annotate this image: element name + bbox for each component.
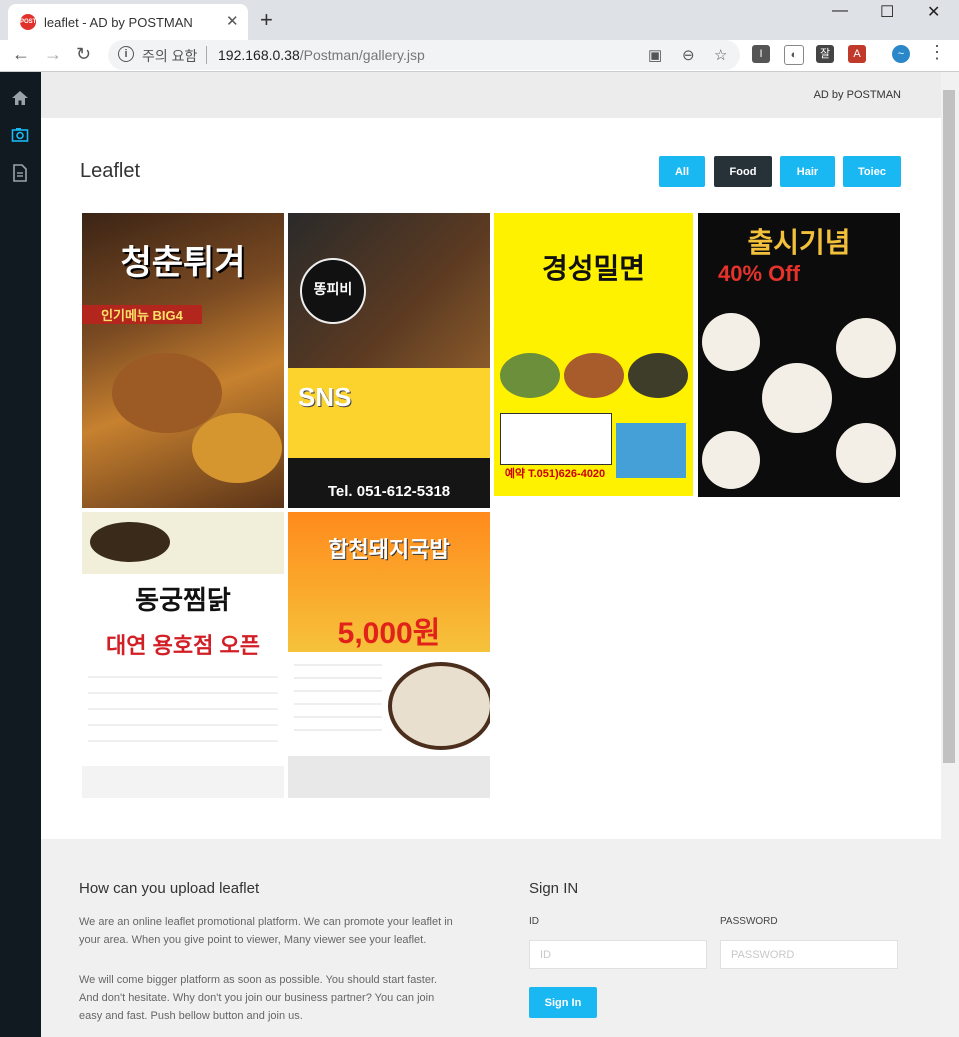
document-icon[interactable] — [11, 164, 29, 182]
filter-hair-button[interactable]: Hair — [780, 156, 835, 187]
leaflet-subtitle: 5,000원 — [337, 617, 441, 650]
leaflet-subtitle: 예약 T.051)626-4020 — [504, 468, 606, 480]
food-photo — [500, 353, 560, 398]
extension-i-icon[interactable]: I — [752, 45, 770, 63]
security-warning: 주의 요함 — [142, 48, 198, 64]
food-photo — [112, 353, 222, 433]
filter-food-button[interactable]: Food — [714, 156, 772, 187]
page-content: AD by POSTMAN Leaflet All Food Hair Toie… — [41, 72, 941, 1037]
signin-button[interactable]: Sign In — [529, 987, 597, 1018]
translate-icon[interactable]: ▣ — [648, 46, 662, 64]
url-host: 192.168.0.38 — [218, 47, 300, 63]
leaflet-title: 출시기념 — [747, 227, 851, 258]
scrollbar-thumb[interactable] — [943, 90, 955, 763]
food-plate — [702, 313, 760, 371]
divider — [206, 46, 207, 64]
menu-list — [88, 666, 278, 756]
home-icon[interactable] — [11, 89, 29, 107]
browser-toolbar: ← → ↻ i 주의 요함 192.168.0.38/Postman/galle… — [0, 40, 959, 72]
upload-paragraph: We are an online leaflet promotional pla… — [79, 916, 453, 946]
food-plate — [702, 431, 760, 489]
id-input[interactable] — [529, 940, 707, 969]
leaflet-card[interactable]: 동궁찜닭 대연 용호점 오픈 — [82, 512, 284, 798]
favicon-icon: POST — [20, 14, 36, 30]
leaflet-card[interactable]: 경성밀면 예약 T.051)626-4020 — [494, 213, 693, 496]
food-photo — [192, 413, 282, 483]
leaflet-card[interactable]: 똥피비 SNS Tel. 051-612-5318 — [288, 213, 490, 508]
forward-icon[interactable]: → — [44, 44, 62, 65]
mouse-extension-icon[interactable]: ◐ — [784, 45, 804, 65]
leaflet-title: 합천돼지국밥 — [328, 537, 450, 562]
minimize-icon[interactable]: — — [832, 2, 848, 20]
password-label: PASSWORD — [720, 916, 778, 927]
map-band — [288, 756, 490, 798]
close-window-icon[interactable]: ✕ — [927, 2, 940, 22]
leaflet-title: 경성밀면 — [541, 253, 646, 284]
leaflet-title: 동궁찜닭 — [135, 585, 231, 615]
food-photo — [628, 353, 688, 398]
page-footer: How can you upload leaflet We are an onl… — [41, 839, 941, 1037]
bookmark-star-icon[interactable]: ☆ — [714, 46, 727, 64]
side-nav — [0, 72, 41, 1037]
info-icon[interactable]: i — [118, 46, 134, 62]
leaflet-subtitle: 40% Off — [718, 261, 800, 286]
brand-text: AD by POSTMAN — [813, 89, 901, 101]
leaflet-subtitle: 대연 용호점 오픈 — [106, 633, 260, 658]
pdf-extension-icon[interactable]: A — [848, 45, 866, 63]
menu-box — [500, 413, 612, 465]
id-label: ID — [529, 916, 539, 927]
food-bowl — [388, 662, 490, 750]
leaflet-card[interactable]: 합천돼지국밥 5,000원 — [288, 512, 490, 798]
browser-tab-strip: POST leaflet - AD by POSTMAN ✕ + — ☐ ✕ — [0, 0, 959, 40]
leaflet-subtitle: Tel. 051-612-5318 — [327, 483, 451, 500]
zoom-icon[interactable]: ⊖ — [682, 46, 695, 64]
menu-dots-icon[interactable]: ⋮ — [928, 42, 946, 63]
food-plate — [836, 423, 896, 483]
back-icon[interactable]: ← — [12, 44, 30, 65]
new-tab-icon[interactable]: + — [260, 7, 273, 33]
food-photo — [564, 353, 624, 398]
password-input[interactable] — [720, 940, 898, 969]
close-tab-icon[interactable]: ✕ — [226, 12, 239, 30]
signin-title: Sign IN — [529, 880, 579, 897]
food-plate — [762, 363, 832, 433]
filter-toiec-button[interactable]: Toiec — [843, 156, 901, 187]
promo-band: SNS — [288, 368, 490, 458]
maximize-icon[interactable]: ☐ — [880, 2, 894, 22]
tab-title: leaflet - AD by POSTMAN — [44, 15, 193, 30]
page-title: Leaflet — [80, 160, 141, 182]
extension-jal-icon[interactable]: 잘 — [816, 45, 834, 63]
url-path: /Postman/gallery.jsp — [299, 47, 425, 63]
leaflet-title: 청춘튀겨 — [120, 244, 246, 282]
price-list — [294, 662, 382, 742]
footer-band — [82, 766, 284, 798]
food-photo — [90, 522, 170, 562]
leaflet-card[interactable]: 청춘튀겨 인기메뉴 BIG4 — [82, 213, 284, 508]
reload-icon[interactable]: ↻ — [76, 44, 91, 65]
upload-paragraph: We will come bigger platform as soon as … — [79, 974, 438, 1022]
address-bar[interactable]: i 주의 요함 192.168.0.38/Postman/gallery.jsp… — [108, 40, 740, 70]
filter-all-button[interactable]: All — [659, 156, 705, 187]
leaflet-subtitle: 인기메뉴 BIG4 — [82, 305, 202, 324]
top-header: AD by POSTMAN — [41, 72, 941, 118]
browser-tab[interactable]: POST leaflet - AD by POSTMAN ✕ — [8, 4, 248, 40]
map-box — [616, 423, 686, 478]
leaflet-card[interactable]: 출시기념 40% Off — [698, 213, 900, 497]
food-plate — [836, 318, 896, 378]
url-text[interactable]: 192.168.0.38/Postman/gallery.jsp — [218, 47, 425, 63]
leaflet-title: 똥피비 — [313, 281, 353, 297]
gallery-camera-icon[interactable] — [11, 126, 29, 144]
upload-title: How can you upload leaflet — [79, 880, 260, 897]
profile-avatar-icon[interactable]: ~ — [892, 45, 910, 63]
